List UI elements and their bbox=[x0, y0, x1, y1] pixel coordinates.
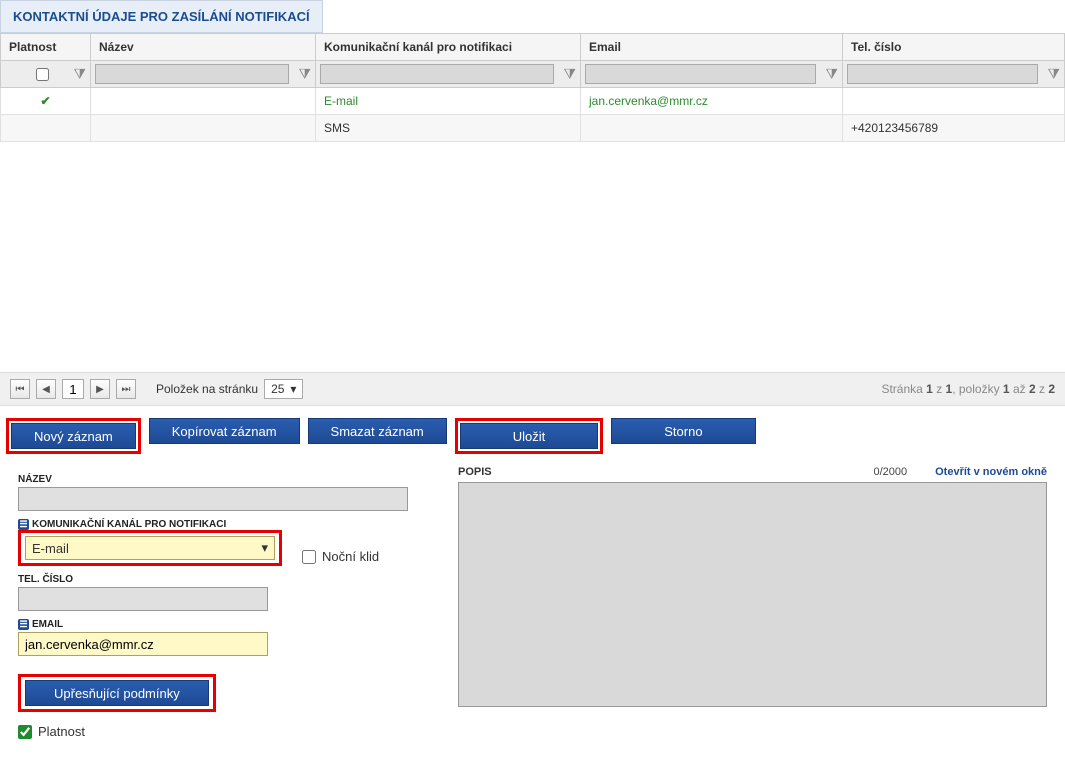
conditions-button[interactable]: Upřesňující podmínky bbox=[25, 680, 209, 706]
filter-icon[interactable]: ⧩ bbox=[1048, 66, 1061, 83]
cell-kanal: E-mail bbox=[316, 88, 581, 115]
tel-label: TEL. ČÍSLO bbox=[18, 574, 428, 585]
required-icon: ☰ bbox=[18, 519, 29, 530]
cell-tel bbox=[843, 88, 1065, 115]
platnost-checkbox[interactable]: Platnost bbox=[18, 724, 428, 739]
popis-label: POPIS bbox=[458, 466, 492, 478]
copy-record-button[interactable]: Kopírovat záznam bbox=[149, 418, 300, 444]
per-page-label: Položek na stránku bbox=[156, 382, 258, 396]
delete-record-button[interactable]: Smazat záznam bbox=[308, 418, 447, 444]
filter-tel-input[interactable] bbox=[847, 64, 1038, 84]
cell-email: jan.cervenka@mmr.cz bbox=[581, 88, 843, 115]
pager-info: Stránka 1 z 1, položky 1 až 2 z 2 bbox=[881, 382, 1055, 396]
cancel-button[interactable]: Storno bbox=[611, 418, 755, 444]
filter-icon[interactable]: ⧩ bbox=[299, 66, 312, 83]
filter-icon[interactable]: ⧩ bbox=[74, 66, 87, 83]
contacts-grid: Platnost Název Komunikační kanál pro not… bbox=[0, 33, 1065, 142]
filter-platnost-checkbox[interactable] bbox=[36, 68, 49, 81]
pager-next-icon[interactable]: ▶ bbox=[90, 379, 110, 399]
check-icon: ✔ bbox=[9, 94, 82, 108]
col-platnost[interactable]: Platnost bbox=[1, 34, 91, 61]
filter-icon[interactable]: ⧩ bbox=[826, 66, 839, 83]
email-input[interactable] bbox=[18, 632, 268, 656]
nocni-klid-checkbox[interactable]: Noční klid bbox=[302, 549, 379, 564]
pager-last-icon[interactable]: ⏭ bbox=[116, 379, 136, 399]
open-new-window-link[interactable]: Otevřít v novém okně bbox=[935, 466, 1047, 478]
nazev-input[interactable] bbox=[18, 487, 408, 511]
col-nazev[interactable]: Název bbox=[91, 34, 316, 61]
filter-nazev-input[interactable] bbox=[95, 64, 289, 84]
col-kanal[interactable]: Komunikační kanál pro notifikaci bbox=[316, 34, 581, 61]
pager-page-input[interactable] bbox=[62, 379, 84, 399]
table-row[interactable]: ✔ E-mail jan.cervenka@mmr.cz bbox=[1, 88, 1065, 115]
pager: ⏮ ◀ ▶ ⏭ Položek na stránku 25 ▾ Stránka … bbox=[0, 372, 1065, 406]
kanal-label: ☰KOMUNIKAČNÍ KANÁL PRO NOTIFIKACI bbox=[18, 519, 282, 530]
pager-first-icon[interactable]: ⏮ bbox=[10, 379, 30, 399]
new-record-button[interactable]: Nový záznam bbox=[11, 423, 136, 449]
required-icon: ☰ bbox=[18, 619, 29, 630]
cell-email bbox=[581, 115, 843, 142]
per-page-select[interactable]: 25 ▾ bbox=[264, 379, 303, 399]
email-label: ☰EMAIL bbox=[18, 619, 428, 630]
popis-counter: 0/2000 bbox=[873, 466, 907, 478]
nazev-label: NÁZEV bbox=[18, 474, 428, 485]
cell-tel: +420123456789 bbox=[843, 115, 1065, 142]
chevron-down-icon: ▾ bbox=[290, 382, 296, 396]
kanal-select[interactable]: E-mail ▾ bbox=[25, 536, 275, 560]
chevron-down-icon: ▾ bbox=[261, 540, 268, 556]
action-bar: Nový záznam Kopírovat záznam Smazat zázn… bbox=[0, 406, 1065, 460]
col-email[interactable]: Email bbox=[581, 34, 843, 61]
col-tel[interactable]: Tel. číslo bbox=[843, 34, 1065, 61]
filter-kanal-input[interactable] bbox=[320, 64, 554, 84]
tel-input[interactable] bbox=[18, 587, 268, 611]
popis-textarea[interactable] bbox=[458, 482, 1047, 707]
filter-email-input[interactable] bbox=[585, 64, 816, 84]
section-title: KONTAKTNÍ ÚDAJE PRO ZASÍLÁNÍ NOTIFIKACÍ bbox=[0, 0, 323, 33]
save-button[interactable]: Uložit bbox=[460, 423, 599, 449]
pager-prev-icon[interactable]: ◀ bbox=[36, 379, 56, 399]
filter-icon[interactable]: ⧩ bbox=[564, 66, 577, 83]
table-row[interactable]: SMS +420123456789 bbox=[1, 115, 1065, 142]
cell-kanal: SMS bbox=[316, 115, 581, 142]
